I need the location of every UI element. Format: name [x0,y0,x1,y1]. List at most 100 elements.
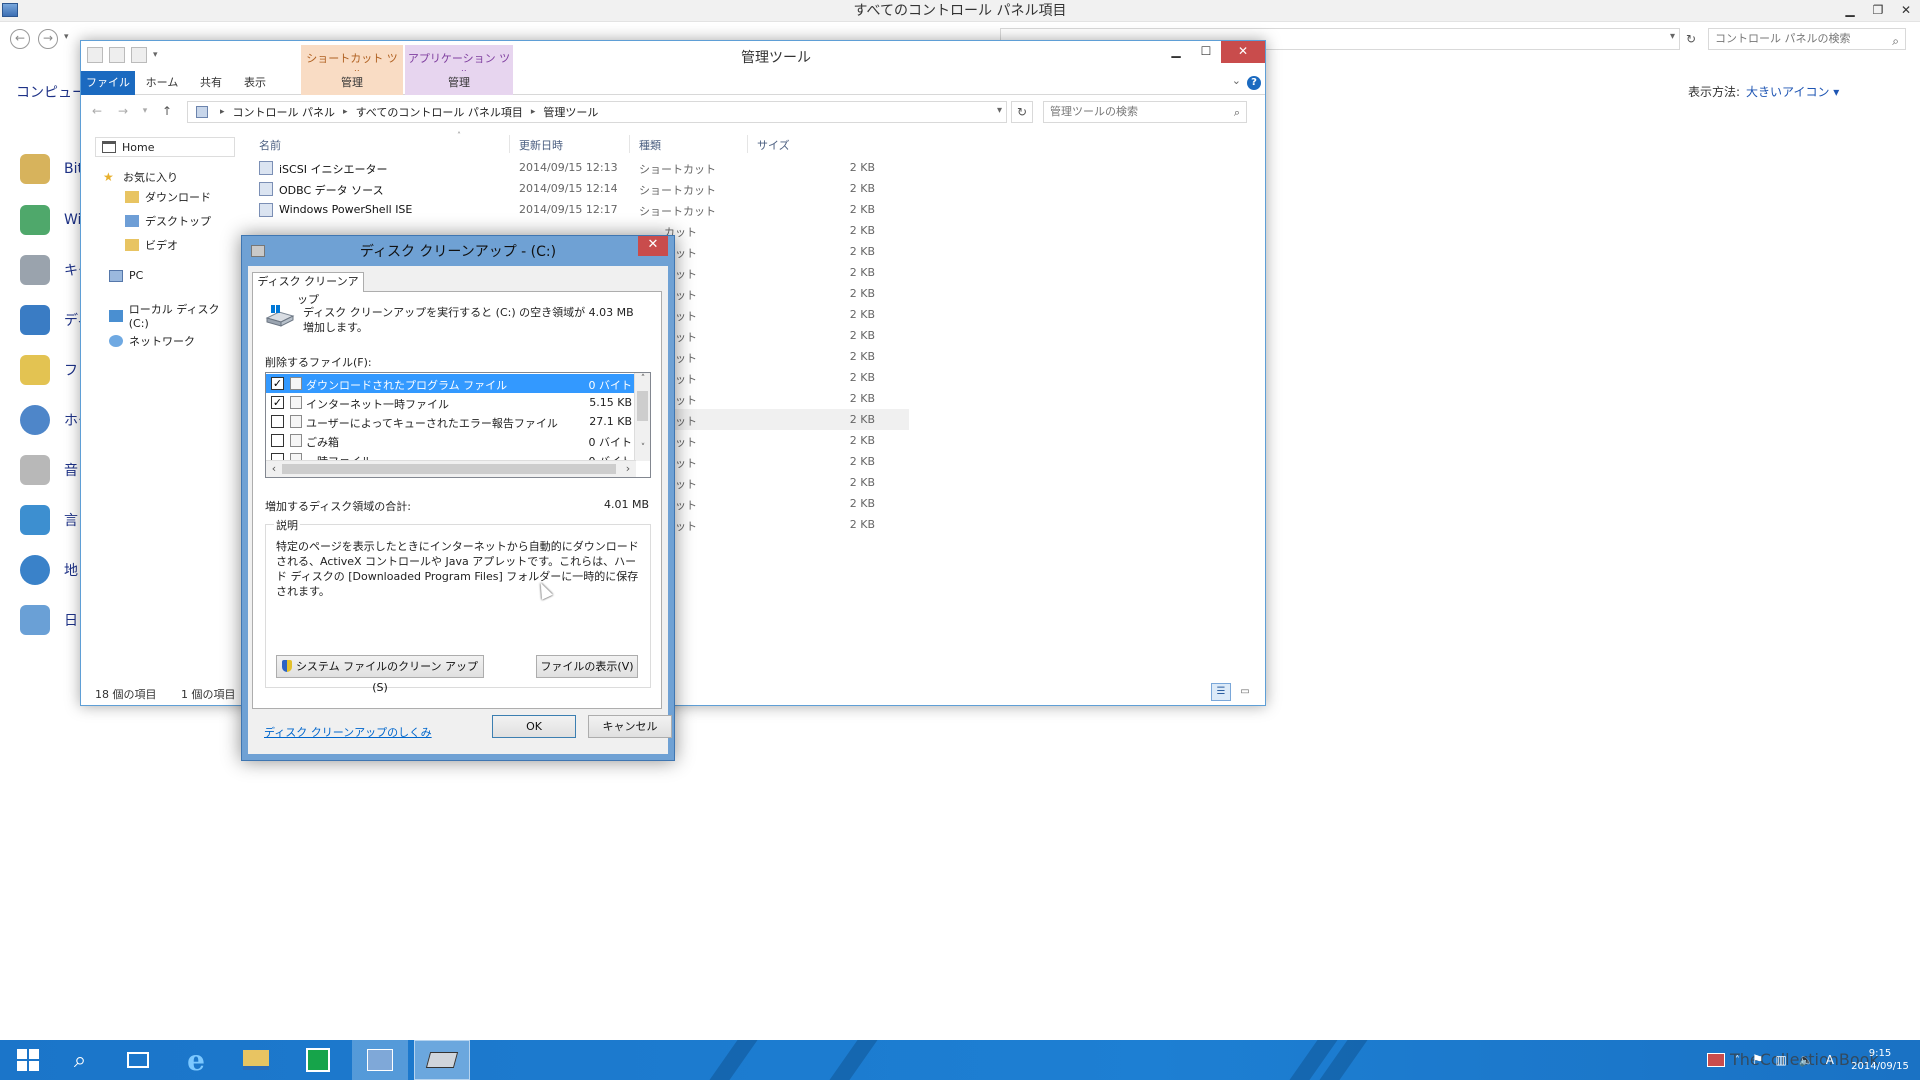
vertical-scrollbar[interactable]: ˄ ˅ [634,373,650,461]
checkbox[interactable] [271,415,284,428]
view-mode-dropdown[interactable]: 大きいアイコン ▾ [1746,85,1839,99]
files-to-delete-list: ✓ ダウンロードされたプログラム ファイル 0 バイト ✓ インターネット一時ファイル 5… [265,372,651,478]
start-button[interactable] [0,1040,56,1080]
explorer-search-input[interactable]: 管理ツールの検索 ⌕ [1043,101,1247,123]
list-item[interactable]: ✓ インターネット一時ファイル 5.15 KB [266,393,636,412]
ribbon-expand-icon[interactable]: ⌄ [1232,74,1241,87]
file-type-icon [290,396,302,409]
tab-view[interactable]: 表示 [235,71,275,95]
tab-file[interactable]: ファイル [81,71,135,95]
undo-icon[interactable] [131,47,147,63]
explorer-address-bar[interactable]: ▸ コントロール パネル ▸ すべてのコントロール パネル項目 ▸ 管理ツール … [187,101,1007,123]
search-icon[interactable]: ⌕ [1234,103,1240,123]
taskbar-store[interactable] [290,1040,346,1080]
nav-item-pc[interactable]: PC [109,269,143,282]
refresh-icon[interactable]: ↻ [1680,28,1702,50]
dialog-close-button[interactable]: ✕ [638,236,668,256]
restore-button[interactable]: ❐ [1864,0,1892,22]
column-header-name[interactable]: 名前 [259,137,281,153]
list-item[interactable]: ごみ箱 0 バイト [266,431,636,450]
show-hidden-icons-icon[interactable]: ˄ [1735,1055,1740,1066]
list-item[interactable]: ✓ ダウンロードされたプログラム ファイル 0 バイト [266,374,636,393]
column-header-size[interactable]: サイズ [757,137,790,153]
horizontal-scrollbar[interactable]: ‹ › [266,460,636,477]
tab-disk-cleanup[interactable]: ディスク クリーンアップ [252,272,364,306]
nav-item-label: ビデオ [145,239,178,252]
back-icon[interactable]: ← [10,29,30,49]
ok-button[interactable]: OK [492,715,576,738]
vertical-scroll-thumb[interactable] [637,391,648,421]
display-icon [20,305,50,335]
scroll-left-icon[interactable]: ‹ [266,462,282,475]
checkbox[interactable]: ✓ [271,396,284,409]
scroll-up-icon[interactable]: ˄ [635,374,650,384]
tab-manage-application[interactable]: 管理 [405,71,513,95]
properties-icon[interactable] [87,47,103,63]
downloads-folder-icon [125,191,139,203]
control-panel-search-input[interactable]: コントロール パネルの検索 ⌕ [1708,28,1906,50]
forward-icon[interactable]: → [113,101,133,121]
up-icon[interactable]: ↑ [157,101,177,121]
calendar-icon [20,605,50,635]
table-row[interactable]: iSCSI イニシエーター 2014/09/15 12:13 ショートカット 2 KB [249,157,909,178]
tab-manage-shortcut[interactable]: 管理 [301,71,403,95]
clock[interactable]: 9:15 2014/09/15 [1840,1047,1920,1073]
cleanup-system-files-button[interactable]: システム ファイルのクリーン アップ(S) [276,655,484,694]
tab-share[interactable]: 共有 [191,71,231,95]
table-row[interactable]: Windows PowerShell ISE 2014/09/15 12:17 ショ… [249,199,909,220]
minimize-button[interactable]: ▁ [1161,41,1191,63]
qat-dropdown-icon[interactable]: ▾ [153,47,158,63]
column-header-date[interactable]: 更新日時 [519,137,563,153]
network-icon[interactable]: ▥ [1775,1053,1786,1067]
refresh-icon[interactable]: ↻ [1011,101,1033,123]
how-disk-cleanup-works-link[interactable]: ディスク クリーンアップのしくみ [264,724,432,740]
new-folder-icon[interactable] [109,47,125,63]
minimize-button[interactable]: ▁ [1836,0,1864,22]
taskbar-search[interactable]: ⌕ [52,1040,108,1080]
address-dropdown-icon[interactable]: ▾ [1670,31,1675,42]
recent-locations-icon[interactable]: ▾ [135,101,155,121]
help-icon[interactable]: ? [1247,76,1261,90]
taskbar-file-explorer[interactable] [228,1040,284,1080]
maximize-button[interactable]: ☐ [1191,41,1221,63]
ime-indicator[interactable]: A [1826,1053,1834,1067]
breadcrumb-item[interactable]: すべてのコントロール パネル項目 [356,104,523,120]
search-icon[interactable]: ⌕ [1892,31,1899,51]
taskbar-internet-explorer[interactable]: e [168,1040,224,1080]
nav-item-desktop[interactable]: デスクトップ [125,213,211,229]
address-dropdown-icon[interactable]: ▾ [997,105,1002,116]
taskbar-task-view[interactable] [110,1040,166,1080]
close-button[interactable]: ✕ [1221,41,1265,63]
details-view-icon[interactable]: ☰ [1211,683,1231,701]
breadcrumb-item[interactable]: コントロール パネル [233,104,336,120]
nav-item-local-disk[interactable]: ローカル ディスク (C:) [109,301,241,330]
cancel-button[interactable]: キャンセル [588,715,672,738]
list-item[interactable]: ユーザーによってキューされたエラー報告ファイル 27.1 KB [266,412,636,431]
large-icons-view-icon[interactable]: ▭ [1235,683,1255,701]
checkbox[interactable] [271,434,284,447]
view-files-button[interactable]: ファイルの表示(V) [536,655,638,678]
nav-item-downloads[interactable]: ダウンロード [125,189,211,205]
flag-icon[interactable]: ⚑ [1752,1053,1764,1068]
scroll-right-icon[interactable]: › [620,462,636,475]
table-row[interactable]: ODBC データ ソース 2014/09/15 12:14 ショートカット 2 KB [249,178,909,199]
horizontal-scroll-thumb[interactable] [282,464,616,474]
taskbar-control-panel[interactable] [352,1040,408,1080]
forward-icon[interactable]: → [38,29,58,49]
volume-icon[interactable]: 🔈 [1799,1053,1814,1067]
breadcrumb-item[interactable]: 管理ツール [543,104,598,120]
action-center-icon[interactable] [1706,1053,1725,1067]
chevron-down-icon[interactable]: ▾ [64,32,69,42]
nav-item-network[interactable]: ネットワーク [109,333,195,349]
tab-home[interactable]: ホーム [137,71,187,95]
back-icon[interactable]: ← [87,101,107,121]
taskbar-disk-cleanup[interactable] [414,1040,470,1080]
scroll-down-icon[interactable]: ˅ [635,443,650,453]
close-button[interactable]: ✕ [1892,0,1920,22]
checkbox[interactable]: ✓ [271,377,284,390]
nav-item-favorites[interactable]: ★ お気に入り [103,169,178,185]
column-header-type[interactable]: 種類 [639,137,661,153]
nav-item-label: デスクトップ [145,215,211,228]
nav-item-videos[interactable]: ビデオ [125,237,178,253]
nav-item-home[interactable]: Home [95,137,235,157]
